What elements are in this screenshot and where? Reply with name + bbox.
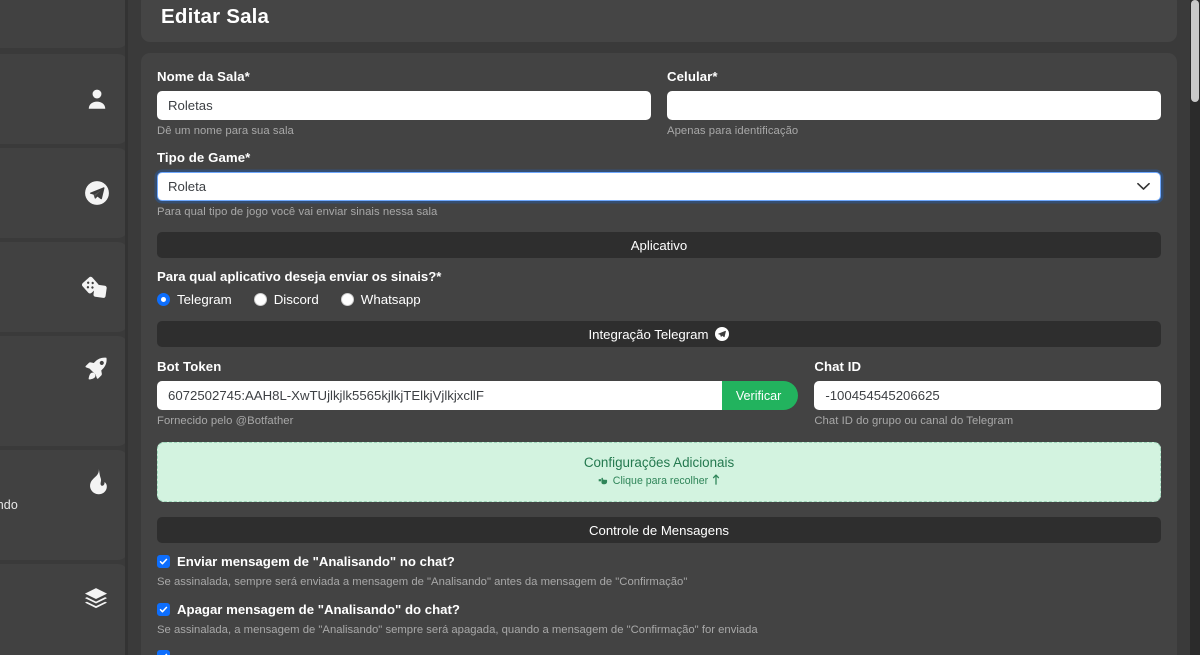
hand-pointer-icon [598,475,609,488]
room-name-input[interactable]: Roletas [157,91,651,120]
fire-icon [84,468,110,496]
bot-token-hint: Fornecido pelo @Botfather [157,415,294,427]
radio-whatsapp-indicator[interactable] [340,293,354,306]
app-root: égias bombando [0,0,1200,655]
app-choice-block: Para qual aplicativo deseja enviar os si… [157,269,1161,307]
page-header: Editar Sala [141,0,1177,42]
section-header-app: Aplicativo [157,232,1161,258]
radio-discord-indicator[interactable] [253,293,267,306]
checkbox-apagar-hint: Se assinalada, a mensagem de "Analisando… [157,624,758,636]
bot-token-input[interactable]: 6072502745:AAH8L-XwTUjlkjlk5565kjlkjTElk… [157,381,722,410]
rocket-icon [82,354,110,382]
chat-id-label: Chat ID [814,359,862,374]
check-icon[interactable] [157,555,170,568]
edit-room-form: Nome da Sala* Roletas Dê um nome para su… [141,53,1177,655]
form-row-name-phone: Nome da Sala* Roletas Dê um nome para su… [157,69,1161,150]
checkbox-enviar-hint: Se assinalada, sempre será enviada a men… [157,576,688,588]
section-telegram-title: Integração Telegram [588,326,709,342]
phone-label: Celular* [667,69,718,84]
section-header-messages: Controle de Mensagens [157,517,1161,543]
checkbox-partial[interactable] [157,650,1161,655]
dice-icon [80,274,110,300]
game-type-hint: Para qual tipo de jogo você vai enviar s… [157,206,438,218]
additional-settings-subtitle-row: Clique para recolher [168,474,1150,488]
field-chat-id: Chat ID -100454545206625 Chat ID do grup… [814,359,1161,427]
checkbox-enviar-analisando[interactable]: Enviar mensagem de "Analisando" no chat? [157,554,1161,569]
check-icon[interactable] [157,603,170,616]
radio-telegram[interactable]: Telegram [157,292,232,307]
sidebar-item-bombando[interactable]: bombando [0,450,128,560]
sidebar: égias bombando [0,0,128,655]
additional-settings-toggle[interactable]: Configurações Adicionais Clique para rec… [157,442,1161,502]
game-type-label: Tipo de Game* [157,150,251,165]
verify-button[interactable]: Verificar [721,381,799,410]
checkbox-apagar-analisando[interactable]: Apagar mensagem de "Analisando" do chat? [157,602,1161,617]
layers-icon [82,586,110,612]
radio-discord[interactable]: Discord [253,292,319,307]
radio-discord-label: Discord [273,292,319,307]
sidebar-item-blank[interactable] [0,0,128,48]
section-app-title: Aplicativo [630,237,688,253]
checkbox-row-partial [157,650,1161,655]
sidebar-item-telegram[interactable] [0,148,128,238]
radio-whatsapp[interactable]: Whatsapp [340,292,421,307]
bot-token-group: 6072502745:AAH8L-XwTUjlkjlk5565kjlkjTElk… [157,381,799,410]
section-header-telegram: Integração Telegram [157,321,1161,347]
sidebar-item-layers[interactable] [0,564,128,655]
arrow-up-icon [712,474,720,488]
radio-whatsapp-label: Whatsapp [360,292,421,307]
checkbox-apagar-label: Apagar mensagem de "Analisando" do chat? [177,602,460,617]
field-phone: Celular* Apenas para identificação [667,69,1161,137]
sidebar-item-user[interactable] [0,54,128,144]
page-title: Editar Sala [161,5,270,28]
page-scrollbar-thumb[interactable] [1191,0,1199,102]
chat-id-hint: Chat ID do grupo ou canal do Telegram [814,415,1014,427]
checkbox-row-apagar: Apagar mensagem de "Analisando" do chat?… [157,602,1161,636]
field-bot-token: Bot Token 6072502745:AAH8L-XwTUjlkjlk556… [157,359,799,427]
additional-settings-subtitle: Clique para recolher [612,475,709,487]
page-scrollbar[interactable] [1190,0,1200,655]
phone-input[interactable] [667,91,1161,120]
main-content: Editar Sala Nome da Sala* Roletas Dê um … [128,0,1200,655]
radio-telegram-label: Telegram [177,292,232,307]
checkbox-row-enviar: Enviar mensagem de "Analisando" no chat?… [157,554,1161,588]
app-choice-radios: Telegram Discord Whatsapp [157,292,1161,307]
field-game-type: Tipo de Game* Roleta Para qual tipo de j… [157,150,1161,218]
additional-settings-title: Configurações Adicionais [583,455,735,470]
form-row-telegram: Bot Token 6072502745:AAH8L-XwTUjlkjlk556… [157,359,1161,427]
sidebar-item-label: bombando [0,498,18,512]
chat-id-input[interactable]: -100454545206625 [814,381,1161,410]
radio-telegram-indicator[interactable] [157,293,170,306]
sidebar-item-dice[interactable] [0,242,128,332]
field-room-name: Nome da Sala* Roletas Dê um nome para su… [157,69,651,137]
checkbox-enviar-label: Enviar mensagem de "Analisando" no chat? [177,554,455,569]
bot-token-label: Bot Token [157,359,222,374]
telegram-icon [84,180,110,206]
user-icon [84,86,110,112]
game-type-select-wrap: Roleta [157,172,1161,201]
game-type-select[interactable]: Roleta [157,172,1161,201]
check-icon[interactable] [157,650,170,655]
app-choice-question: Para qual aplicativo deseja enviar os si… [157,269,442,284]
phone-hint: Apenas para identificação [667,125,799,137]
room-name-hint: Dê um nome para sua sala [157,125,294,137]
section-messages-title: Controle de Mensagens [588,522,730,538]
telegram-icon [715,327,730,341]
room-name-label: Nome da Sala* [157,69,250,84]
sidebar-item-estrategias[interactable]: égias [0,336,128,446]
